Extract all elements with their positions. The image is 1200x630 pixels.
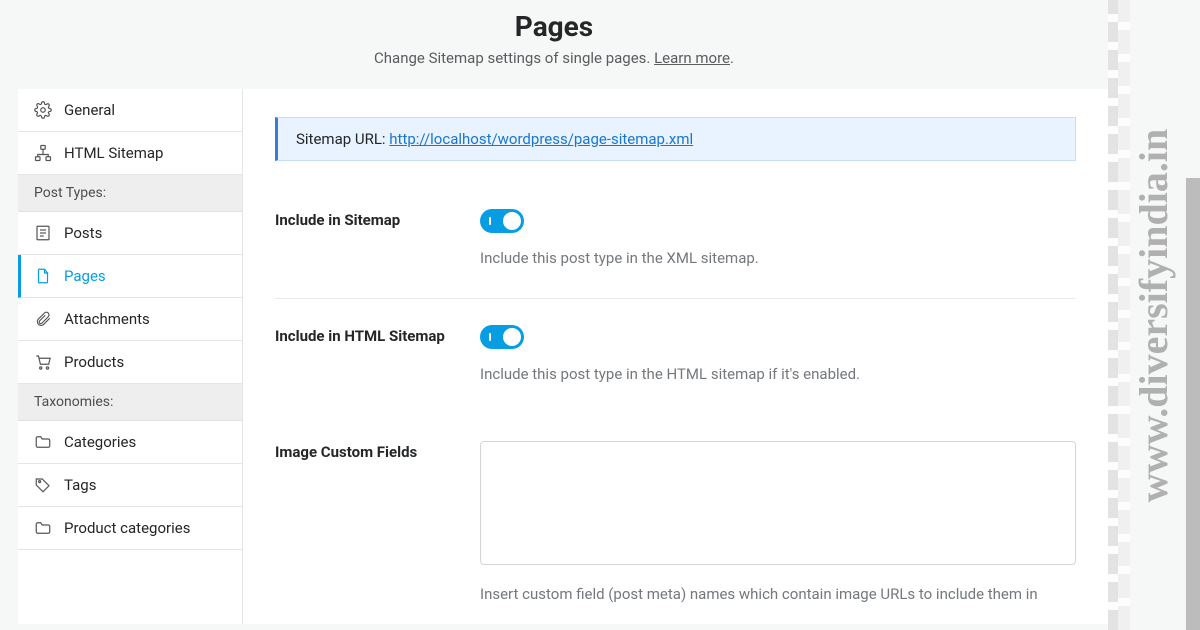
- sidebar-item-products[interactable]: Products: [18, 341, 242, 384]
- attachment-icon: [34, 310, 52, 328]
- decorative-strip: [1108, 0, 1118, 630]
- sidebar-item-pages[interactable]: Pages: [18, 255, 242, 298]
- learn-more-link[interactable]: Learn more: [654, 49, 730, 67]
- sidebar-item-label: Attachments: [64, 310, 150, 328]
- sidebar-item-attachments[interactable]: Attachments: [18, 298, 242, 341]
- settings-sidebar: General HTML Sitemap Post Types: Posts P…: [18, 89, 243, 624]
- setting-desc: Include this post type in the XML sitema…: [480, 247, 1076, 270]
- sidebar-item-html-sitemap[interactable]: HTML Sitemap: [18, 132, 242, 175]
- decorative-strip: [1118, 0, 1130, 630]
- sitemap-icon: [34, 144, 52, 162]
- sidebar-item-label: Categories: [64, 433, 136, 451]
- sidebar-item-label: General: [64, 101, 115, 119]
- sidebar-item-label: HTML Sitemap: [64, 144, 164, 162]
- tag-icon: [34, 476, 52, 494]
- sidebar-item-general[interactable]: General: [18, 89, 242, 132]
- sidebar-header-post-types: Post Types:: [18, 175, 242, 212]
- sidebar-item-label: Products: [64, 353, 124, 371]
- folder-icon: [34, 433, 52, 451]
- folder-icon: [34, 519, 52, 537]
- post-icon: [34, 224, 52, 242]
- page-header: Pages Change Sitemap settings of single …: [0, 0, 1108, 89]
- image-custom-fields-input[interactable]: [480, 441, 1076, 565]
- gear-icon: [34, 101, 52, 119]
- setting-desc: Include this post type in the HTML sitem…: [480, 363, 1076, 386]
- sidebar-item-label: Pages: [64, 267, 106, 285]
- page-subtitle: Change Sitemap settings of single pages.…: [0, 49, 1108, 67]
- sidebar-item-product-categories[interactable]: Product categories: [18, 507, 242, 550]
- page-icon: [34, 267, 52, 285]
- setting-label: Include in Sitemap: [275, 209, 480, 270]
- sitemap-url-notice: Sitemap URL: http://localhost/wordpress/…: [275, 117, 1076, 161]
- scrollbar-thumb[interactable]: [1186, 178, 1200, 630]
- sidebar-header-taxonomies: Taxonomies:: [18, 384, 242, 421]
- sitemap-url-link[interactable]: http://localhost/wordpress/page-sitemap.…: [389, 130, 693, 148]
- sidebar-item-label: Product categories: [64, 519, 190, 537]
- setting-desc: Insert custom field (post meta) names wh…: [480, 583, 1076, 606]
- sidebar-item-posts[interactable]: Posts: [18, 212, 242, 255]
- sidebar-item-tags[interactable]: Tags: [18, 464, 242, 507]
- setting-label: Image Custom Fields: [275, 441, 480, 606]
- page-title: Pages: [0, 10, 1108, 43]
- setting-image-custom-fields: Image Custom Fields Insert custom field …: [275, 403, 1076, 624]
- setting-include-sitemap: Include in Sitemap Include this post typ…: [275, 191, 1076, 299]
- main-panel: Sitemap URL: http://localhost/wordpress/…: [243, 89, 1108, 624]
- include-sitemap-toggle[interactable]: [480, 209, 524, 233]
- cart-icon: [34, 353, 52, 371]
- setting-label: Include in HTML Sitemap: [275, 325, 480, 386]
- sidebar-item-categories[interactable]: Categories: [18, 421, 242, 464]
- sidebar-item-label: Posts: [64, 224, 102, 242]
- sidebar-item-label: Tags: [64, 476, 96, 494]
- setting-include-html-sitemap: Include in HTML Sitemap Include this pos…: [275, 299, 1076, 404]
- include-html-sitemap-toggle[interactable]: [480, 325, 524, 349]
- notice-label: Sitemap URL:: [296, 130, 389, 148]
